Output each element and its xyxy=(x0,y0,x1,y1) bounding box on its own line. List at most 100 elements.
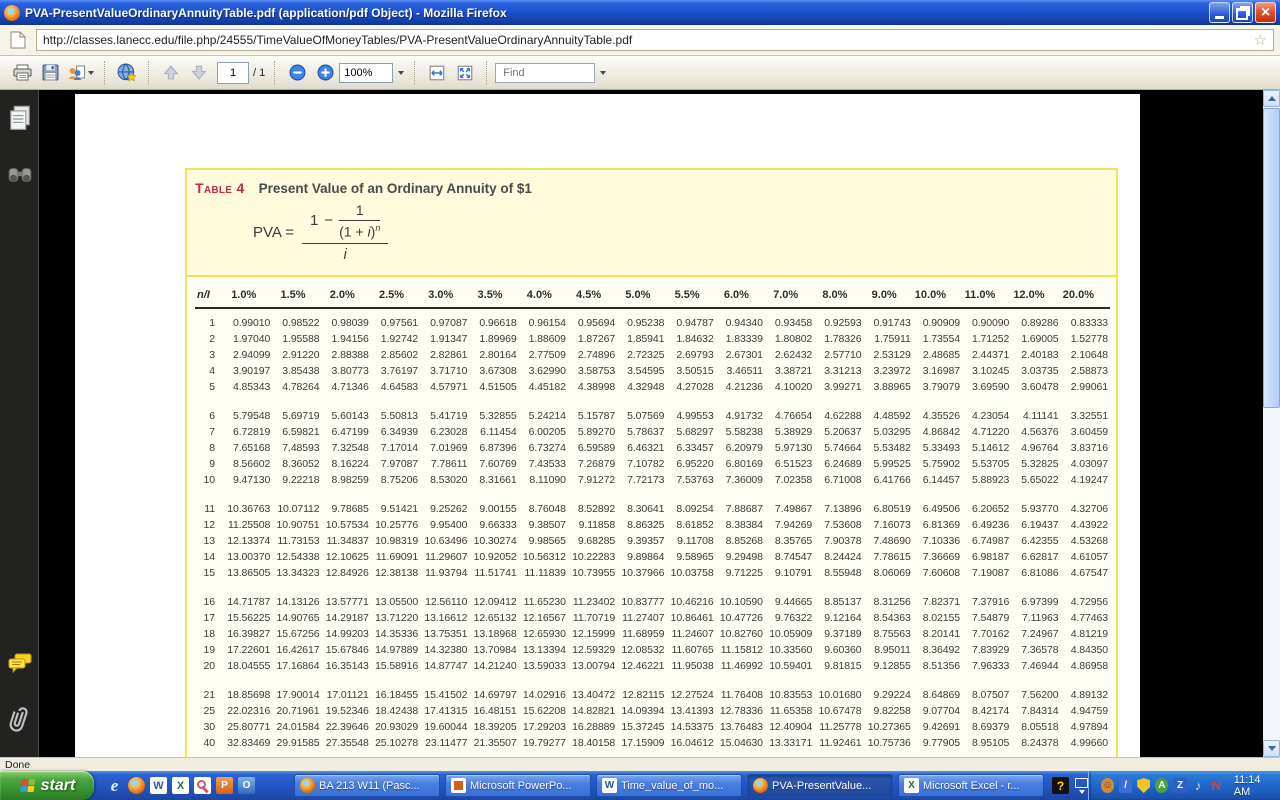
pva-value: 0.97087 xyxy=(420,308,469,331)
start-button[interactable]: start xyxy=(0,771,94,800)
pva-value: 5.74664 xyxy=(814,440,863,456)
row-number: 2 xyxy=(195,331,223,347)
pva-value: 17.01121 xyxy=(322,687,371,703)
taskbar-button[interactable]: Time_value_of_mo... xyxy=(596,774,742,797)
green-orb-icon[interactable]: A xyxy=(1155,778,1168,793)
pva-value: 1.88609 xyxy=(519,331,568,347)
upload-globe-button[interactable] xyxy=(114,60,140,86)
pva-value: 4.71346 xyxy=(322,379,371,395)
pva-value: 1.52778 xyxy=(1061,331,1110,347)
table-number-label: Table 4 xyxy=(195,180,245,196)
row-number: 8 xyxy=(195,440,223,456)
column-header: 4.5% xyxy=(568,289,617,308)
help-icon[interactable]: ? xyxy=(1052,777,1069,794)
collaborate-button[interactable] xyxy=(65,60,96,86)
close-button[interactable] xyxy=(1255,2,1276,23)
bookmark-star-icon[interactable]: ☆ xyxy=(1254,31,1267,49)
pva-value: 6.80519 xyxy=(863,501,912,517)
save-button[interactable] xyxy=(37,60,63,86)
pva-value: 6.41766 xyxy=(863,472,912,488)
taskbar-button[interactable]: Microsoft PowerPo... xyxy=(445,774,591,797)
pva-value: 1.80802 xyxy=(765,331,814,347)
pva-value: 17.90014 xyxy=(272,687,321,703)
pva-value: 7.70162 xyxy=(962,626,1011,642)
status-bar: Done xyxy=(0,757,1280,771)
toolbar-separator xyxy=(274,61,276,85)
pva-value: 8.35765 xyxy=(765,533,814,549)
scrollbar-thumb[interactable] xyxy=(1263,108,1280,408)
zoom-in-button[interactable] xyxy=(312,60,338,86)
vertical-scrollbar[interactable] xyxy=(1263,90,1280,757)
row-number: 13 xyxy=(195,533,223,549)
zoom-out-button[interactable] xyxy=(284,60,310,86)
minimize-button[interactable] xyxy=(1209,2,1230,23)
pva-value: 3.03735 xyxy=(1011,363,1060,379)
next-page-button[interactable] xyxy=(186,60,212,86)
pva-value: 6.98187 xyxy=(962,549,1011,565)
security-shield-icon[interactable] xyxy=(1137,778,1150,793)
up-triangle-icon xyxy=(1268,96,1276,101)
pva-value: 6.00205 xyxy=(519,424,568,440)
pdf-viewer: Table 4 Present Value of an Ordinary Ann… xyxy=(0,90,1280,757)
pva-value: 7.90378 xyxy=(814,533,863,549)
find-caret[interactable] xyxy=(595,63,609,83)
pva-value: 13.00794 xyxy=(568,658,617,674)
pva-value: 12.16567 xyxy=(519,610,568,626)
pva-value: 1.83339 xyxy=(716,331,765,347)
pva-value: 11.70719 xyxy=(568,610,617,626)
pva-value: 7.19087 xyxy=(962,565,1011,581)
fit-width-button[interactable] xyxy=(424,60,450,86)
internet-explorer-icon[interactable]: e xyxy=(106,777,123,794)
pva-value: 10.67478 xyxy=(814,703,863,719)
outlook-icon[interactable]: O xyxy=(238,777,255,794)
blue-tool-icon[interactable]: / xyxy=(1119,778,1132,793)
scroll-up-button[interactable] xyxy=(1263,90,1280,107)
scroll-down-button[interactable] xyxy=(1263,740,1280,757)
face-icon[interactable]: ☺ xyxy=(1101,778,1114,793)
pva-value: 11.51741 xyxy=(469,565,518,581)
previous-page-button[interactable] xyxy=(158,60,184,86)
page-icon[interactable] xyxy=(6,28,30,52)
pva-value: 18.40158 xyxy=(568,735,617,751)
firefox-icon[interactable] xyxy=(128,777,145,794)
taskbar-button[interactable]: Microsoft Excel - r... xyxy=(898,774,1044,797)
pva-value: 5.14612 xyxy=(962,440,1011,456)
find-field[interactable] xyxy=(495,63,595,83)
pva-value: 8.07507 xyxy=(962,687,1011,703)
find-input[interactable] xyxy=(501,66,589,80)
z-icon[interactable]: Z xyxy=(1173,778,1186,793)
novell-icon[interactable]: N xyxy=(1210,778,1223,793)
page-number-input[interactable] xyxy=(217,62,249,84)
column-header: 2.0% xyxy=(322,289,371,308)
binoculars-search-icon[interactable] xyxy=(7,160,33,190)
url-input[interactable]: http://classes.lanecc.edu/file.php/24555… xyxy=(36,29,1274,51)
pva-value: 7.72173 xyxy=(617,472,666,488)
zoom-level-select[interactable]: 100% xyxy=(339,63,393,83)
restore-button[interactable] xyxy=(1232,2,1253,23)
pva-value: 8.86325 xyxy=(617,517,666,533)
pva-value: 15.41502 xyxy=(420,687,469,703)
taskbar-button[interactable]: BA 213 W11 (Pasc... xyxy=(294,774,440,797)
fit-page-button[interactable] xyxy=(452,60,478,86)
pva-value: 5.20637 xyxy=(814,424,863,440)
excel-icon[interactable]: X xyxy=(172,777,189,794)
pva-value: 6.72819 xyxy=(223,424,272,440)
pva-value: 9.98565 xyxy=(519,533,568,549)
show-desktop-icon[interactable] xyxy=(1075,778,1088,794)
taskbar-button[interactable]: PVA-PresentValue... xyxy=(747,774,893,797)
powerpoint-icon[interactable]: P xyxy=(216,777,233,794)
attachments-paperclip-icon[interactable] xyxy=(7,704,33,734)
pva-value: 14.53375 xyxy=(666,719,715,735)
pva-value: 8.74547 xyxy=(765,549,814,565)
pva-value: 0.95238 xyxy=(617,308,666,331)
column-header: 10.0% xyxy=(913,289,962,308)
access-key-icon[interactable] xyxy=(194,777,211,794)
word-icon[interactable]: W xyxy=(150,777,167,794)
volume-icon[interactable]: ♪ xyxy=(1192,778,1205,793)
pva-value: 11.24607 xyxy=(666,626,715,642)
comments-panel-icon[interactable] xyxy=(7,648,33,678)
zoom-level-caret[interactable] xyxy=(393,63,407,83)
pages-panel-icon[interactable] xyxy=(7,104,33,134)
row-number: 16 xyxy=(195,594,223,610)
print-button[interactable] xyxy=(9,60,35,86)
